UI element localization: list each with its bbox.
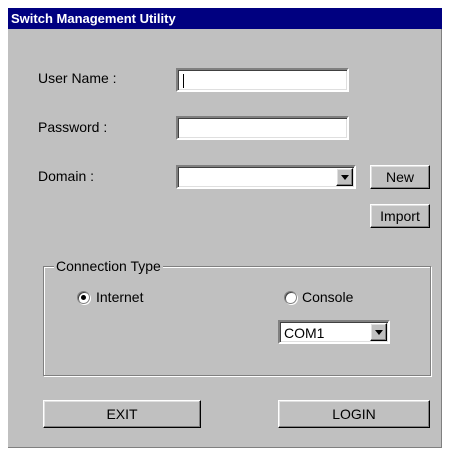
domain-combobox[interactable]: [176, 165, 356, 189]
password-label: Password :: [38, 119, 108, 135]
com-port-combobox[interactable]: COM1: [278, 320, 390, 344]
console-radio[interactable]: [284, 291, 297, 304]
chevron-down-icon: [340, 175, 349, 180]
internet-label: Internet: [96, 289, 144, 305]
exit-button[interactable]: EXIT: [43, 400, 201, 428]
domain-label: Domain :: [38, 168, 95, 184]
username-field[interactable]: [176, 68, 349, 92]
login-window: Switch Management Utility User Name : Pa…: [8, 8, 442, 448]
connection-type-legend: Connection Type: [54, 258, 163, 274]
domain-dropdown-button[interactable]: [336, 168, 353, 186]
new-domain-button[interactable]: New: [370, 165, 430, 189]
com-port-dropdown-button[interactable]: [370, 323, 387, 341]
username-label: User Name :: [38, 70, 117, 86]
password-field[interactable]: [176, 116, 349, 140]
window-title: Switch Management Utility: [8, 8, 442, 29]
chevron-down-icon: [374, 330, 383, 335]
console-label: Console: [302, 289, 354, 305]
login-button[interactable]: LOGIN: [278, 400, 430, 428]
com-port-value: COM1: [284, 325, 325, 341]
text-caret: [183, 74, 184, 88]
import-button[interactable]: Import: [370, 204, 430, 228]
internet-radio[interactable]: [77, 291, 90, 304]
